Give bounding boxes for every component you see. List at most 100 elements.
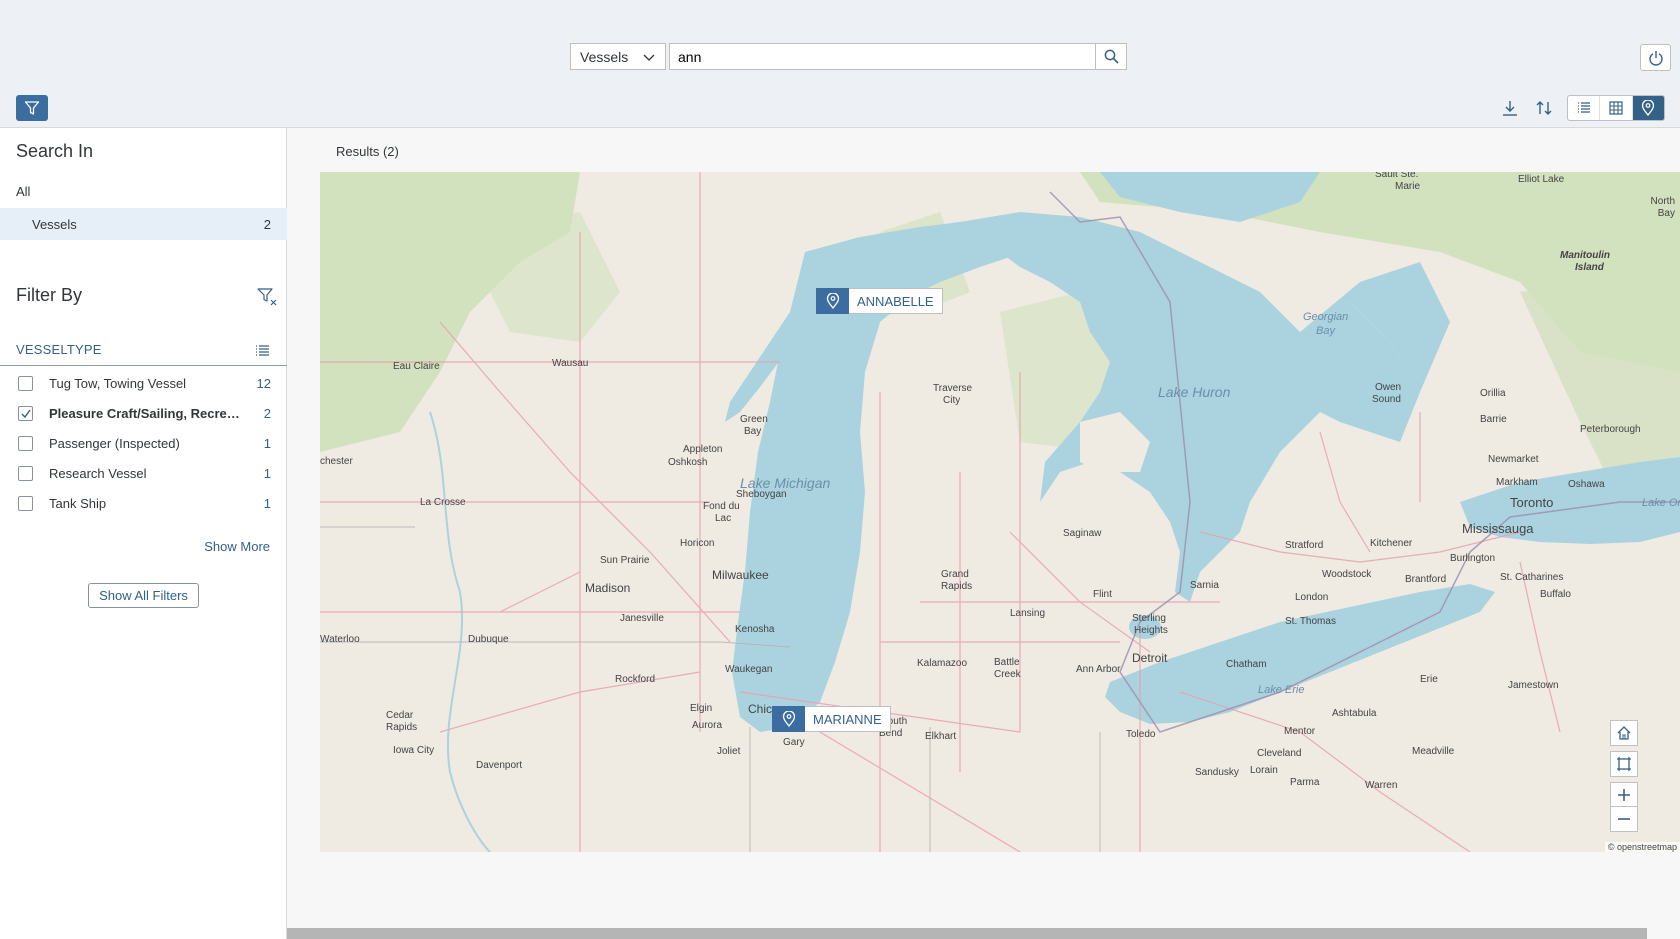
svg-text:Mississauga: Mississauga bbox=[1462, 521, 1534, 536]
table-view-button[interactable] bbox=[1600, 96, 1633, 120]
map-view-button[interactable] bbox=[1632, 96, 1664, 120]
svg-text:Appleton: Appleton bbox=[683, 444, 722, 455]
svg-text:Lorain: Lorain bbox=[1250, 765, 1278, 776]
map-zoom-in-button[interactable] bbox=[1610, 782, 1638, 808]
svg-text:Erie: Erie bbox=[1420, 674, 1438, 685]
svg-text:Ann Arbor: Ann Arbor bbox=[1076, 664, 1121, 675]
table-view-icon bbox=[1609, 101, 1623, 115]
map-home-button[interactable] bbox=[1610, 720, 1638, 746]
svg-text:Fond du: Fond du bbox=[703, 501, 740, 512]
svg-text:Chic: Chic bbox=[748, 702, 772, 716]
svg-text:Jamestown: Jamestown bbox=[1508, 680, 1559, 691]
svg-text:Saginaw: Saginaw bbox=[1063, 528, 1102, 539]
facet-item-count: 12 bbox=[256, 376, 271, 391]
search-in-item-vessels[interactable]: Vessels 2 bbox=[0, 208, 287, 240]
facet-item-count: 1 bbox=[263, 436, 271, 451]
svg-text:Bay: Bay bbox=[744, 426, 761, 437]
svg-text:Traverse: Traverse bbox=[933, 383, 973, 394]
sort-button[interactable] bbox=[1528, 94, 1560, 122]
svg-text:Grand: Grand bbox=[941, 569, 969, 580]
filter-toggle-button[interactable] bbox=[16, 95, 48, 121]
search-bar: Vessels bbox=[570, 43, 1127, 70]
facet-item-label: Tug Tow, Towing Vessel bbox=[49, 376, 187, 391]
map-pin-icon bbox=[772, 706, 805, 732]
svg-text:Davenport: Davenport bbox=[476, 760, 522, 771]
map-pin-annabelle[interactable]: ANNABELLE bbox=[816, 288, 943, 314]
svg-text:Sun Prairie: Sun Prairie bbox=[600, 555, 650, 566]
svg-text:Sarnia: Sarnia bbox=[1190, 580, 1219, 591]
svg-text:Cleveland: Cleveland bbox=[1257, 748, 1301, 759]
svg-text:Sound: Sound bbox=[1372, 394, 1401, 405]
map-view[interactable]: Lake Michigan Lake Huron Georgian Bay La… bbox=[320, 172, 1680, 852]
svg-text:Kalamazoo: Kalamazoo bbox=[917, 658, 967, 669]
facet-title: VESSELTYPE bbox=[16, 342, 102, 357]
svg-text:Oshawa: Oshawa bbox=[1568, 479, 1605, 490]
facet-item-label: Research Vessel bbox=[49, 466, 147, 481]
show-more-link[interactable]: Show More bbox=[204, 539, 270, 554]
svg-text:Toronto: Toronto bbox=[1510, 495, 1553, 510]
clear-filter-icon[interactable] bbox=[256, 286, 278, 308]
horizontal-scrollbar[interactable] bbox=[287, 928, 1647, 939]
scope-select[interactable]: Vessels bbox=[570, 43, 666, 70]
svg-text:Battle: Battle bbox=[994, 657, 1020, 668]
checkbox[interactable] bbox=[18, 496, 33, 511]
download-button[interactable] bbox=[1494, 94, 1526, 122]
svg-text:London: London bbox=[1295, 592, 1328, 603]
list-view-icon bbox=[1577, 102, 1590, 113]
checkmark-icon bbox=[21, 409, 31, 419]
facet-list-icon[interactable] bbox=[255, 343, 271, 359]
facet-item[interactable]: Passenger (Inspected) 1 bbox=[0, 429, 287, 459]
facet-item-count: 1 bbox=[263, 466, 271, 481]
facet-item[interactable]: Research Vessel 1 bbox=[0, 459, 287, 489]
search-input[interactable] bbox=[669, 43, 1095, 70]
search-in-all[interactable]: All bbox=[16, 184, 30, 199]
list-view-button[interactable] bbox=[1568, 96, 1601, 120]
checkbox[interactable] bbox=[18, 436, 33, 451]
svg-text:Warren: Warren bbox=[1365, 780, 1397, 791]
facet-item[interactable]: Pleasure Craft/Sailing, Recreational 2 bbox=[0, 399, 287, 429]
facet-item[interactable]: Tank Ship 1 bbox=[0, 489, 287, 519]
svg-text:Sterling: Sterling bbox=[1132, 613, 1166, 624]
show-all-filters-button[interactable]: Show All Filters bbox=[88, 583, 199, 608]
svg-text:Iowa City: Iowa City bbox=[393, 745, 434, 756]
svg-text:Chatham: Chatham bbox=[1226, 659, 1267, 670]
svg-text:La Crosse: La Crosse bbox=[420, 497, 466, 508]
svg-text:Island: Island bbox=[1575, 262, 1605, 273]
divider bbox=[0, 365, 287, 366]
home-icon bbox=[1617, 726, 1631, 740]
svg-text:Green: Green bbox=[740, 414, 768, 425]
checkbox-checked[interactable] bbox=[18, 406, 33, 421]
svg-text:Lake Or: Lake Or bbox=[1642, 497, 1680, 509]
svg-text:Buffalo: Buffalo bbox=[1540, 589, 1571, 600]
svg-text:Janesville: Janesville bbox=[620, 613, 664, 624]
facet-panel: Search In All Vessels 2 Filter By VESSEL… bbox=[0, 128, 287, 939]
svg-text:Elliot Lake: Elliot Lake bbox=[1518, 174, 1565, 185]
svg-text:Markham: Markham bbox=[1496, 477, 1538, 488]
map-pin-marianne[interactable]: MARIANNE bbox=[772, 706, 891, 732]
checkbox[interactable] bbox=[18, 376, 33, 391]
svg-text:Bay: Bay bbox=[1316, 325, 1336, 337]
svg-text:Flint: Flint bbox=[1093, 589, 1112, 600]
svg-text:Cedar: Cedar bbox=[386, 710, 414, 721]
checkbox[interactable] bbox=[18, 466, 33, 481]
power-button[interactable] bbox=[1640, 44, 1671, 71]
svg-text:Peterborough: Peterborough bbox=[1580, 424, 1641, 435]
svg-text:Oshkosh: Oshkosh bbox=[668, 457, 707, 468]
map-zoom-rect-button[interactable] bbox=[1610, 751, 1638, 777]
map-zoom-out-button[interactable] bbox=[1610, 806, 1638, 832]
search-icon bbox=[1104, 49, 1119, 64]
search-button[interactable] bbox=[1095, 43, 1127, 70]
svg-text:Toledo: Toledo bbox=[1126, 729, 1156, 740]
svg-text:Mentor: Mentor bbox=[1284, 726, 1316, 737]
svg-text:Eau Claire: Eau Claire bbox=[393, 361, 440, 372]
svg-text:Creek: Creek bbox=[994, 669, 1022, 680]
svg-text:Marie: Marie bbox=[1395, 181, 1420, 192]
facet-item[interactable]: Tug Tow, Towing Vessel 12 bbox=[0, 369, 287, 399]
filter-icon bbox=[24, 101, 40, 115]
svg-text:Ashtabula: Ashtabula bbox=[1332, 708, 1377, 719]
svg-text:Horicon: Horicon bbox=[680, 538, 714, 549]
svg-text:Barrie: Barrie bbox=[1480, 414, 1507, 425]
svg-text:Lake Huron: Lake Huron bbox=[1158, 384, 1231, 400]
svg-text:Rockford: Rockford bbox=[615, 674, 655, 685]
svg-text:chester: chester bbox=[320, 456, 353, 467]
